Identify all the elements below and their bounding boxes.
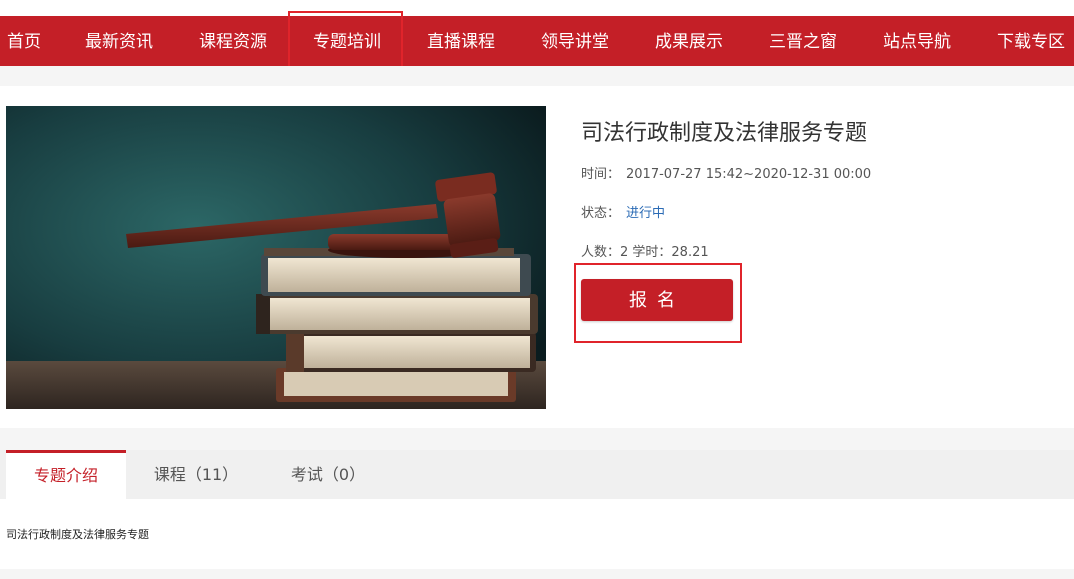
time-label: 时间：	[581, 167, 621, 182]
topic-summary-card: 司法行政制度及法律服务专题 时间： 2017-07-27 15:42~2020-1…	[0, 86, 1074, 428]
main-nav-bar: 首页 最新资讯 课程资源 专题培训 直播课程 领导讲堂 成果展示 三晋之窗 站点…	[0, 16, 1074, 66]
nav-item-downloads[interactable]: 下载专区	[997, 16, 1065, 66]
time-value: 2017-07-27 15:42~2020-12-31 00:00	[626, 167, 872, 182]
spacer	[0, 66, 1074, 86]
status-label: 状态：	[581, 206, 621, 221]
top-strip	[0, 0, 1074, 16]
topic-stats: 人数：2 学时：28.21	[581, 245, 709, 260]
topic-time-row: 时间： 2017-07-27 15:42~2020-12-31 00:00	[581, 163, 871, 182]
enroll-button[interactable]: 报名	[581, 279, 733, 321]
tab-bar: 专题介绍 课程（11） 考试（0）	[0, 450, 1074, 499]
nav-item-achievements[interactable]: 成果展示	[655, 16, 723, 66]
nav-item-leader-lectures[interactable]: 领导讲堂	[541, 16, 609, 66]
topic-cover-image	[6, 106, 546, 409]
topic-intro-text: 司法行政制度及法律服务专题	[6, 528, 149, 541]
tab-courses[interactable]: 课程（11）	[140, 450, 252, 499]
nav-item-home[interactable]: 首页	[7, 16, 41, 66]
nav-item-sanjin-window[interactable]: 三晋之窗	[769, 16, 837, 66]
tab-topic-intro[interactable]: 专题介绍	[6, 450, 126, 499]
status-value: 进行中	[626, 206, 666, 221]
nav-item-news[interactable]: 最新资讯	[85, 16, 153, 66]
nav-item-site-navigation[interactable]: 站点导航	[883, 16, 951, 66]
topic-status-row: 状态： 进行中	[581, 202, 665, 221]
gavel-on-books-image	[6, 106, 546, 409]
tab-exams[interactable]: 考试（0）	[278, 450, 378, 499]
nav-item-live[interactable]: 直播课程	[427, 16, 495, 66]
nav-item-topic-training[interactable]: 专题培训	[313, 16, 381, 66]
tab-content-panel: 司法行政制度及法律服务专题	[0, 499, 1074, 569]
topic-title: 司法行政制度及法律服务专题	[581, 121, 868, 146]
nav-item-courses[interactable]: 课程资源	[199, 16, 267, 66]
